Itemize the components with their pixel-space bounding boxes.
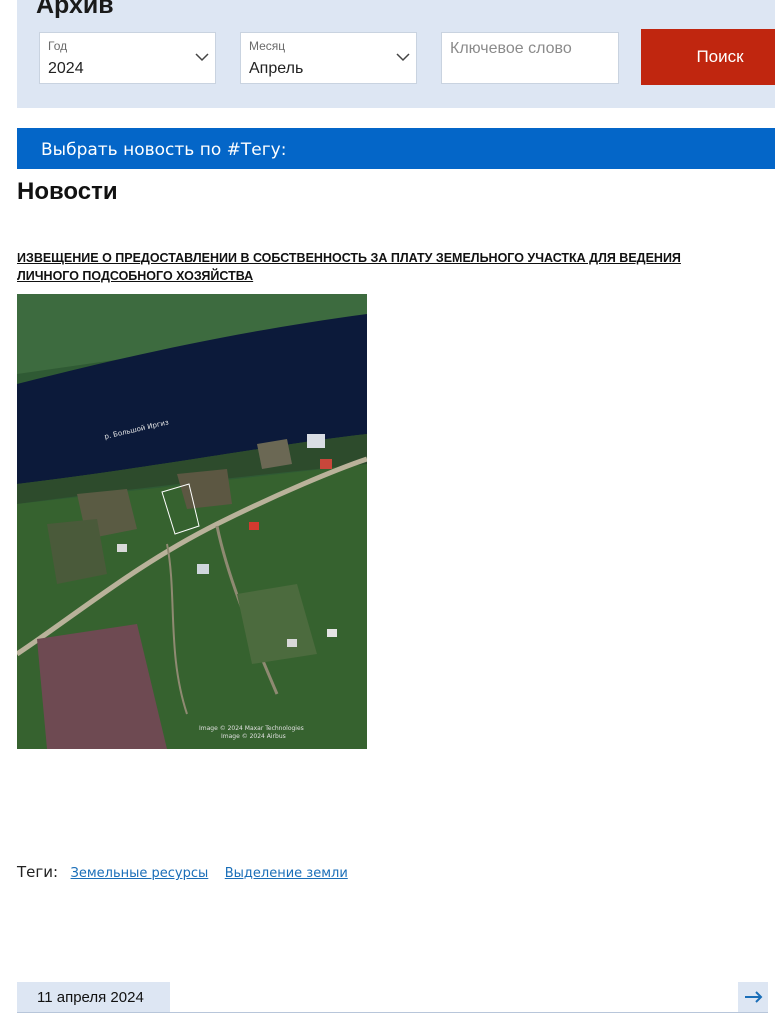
tags-label: Теги:: [17, 863, 59, 881]
news-date-box: 11 апреля 2024: [17, 982, 170, 1012]
tag-link-land-allocation[interactable]: Выделение земли: [225, 866, 348, 881]
keyword-field[interactable]: [441, 32, 619, 84]
news-date: 11 апреля 2024: [37, 989, 144, 1006]
chevron-down-icon: [195, 53, 209, 62]
year-label: Год: [48, 39, 68, 53]
archive-panel: Архив Год 2024 Месяц Апрель Поиск: [17, 0, 775, 108]
section-title: Новости: [17, 178, 118, 205]
archive-title: Архив: [36, 0, 114, 19]
news-tags: Теги: Земельные ресурсы Выделение земли: [17, 863, 360, 883]
month-label: Месяц: [249, 39, 286, 53]
tag-select-label: Выбрать новость по #Тегу:: [41, 140, 287, 160]
month-select[interactable]: Месяц Апрель: [240, 32, 417, 84]
footer-divider: [17, 1012, 768, 1013]
year-value: 2024: [48, 60, 84, 77]
image-credit-2: Image © 2024 Airbus: [221, 733, 286, 740]
image-credit-1: Image © 2024 Maxar Technologies: [199, 725, 304, 732]
search-button[interactable]: Поиск: [641, 29, 775, 85]
year-select[interactable]: Год 2024: [39, 32, 216, 84]
tag-select-bar[interactable]: Выбрать новость по #Тегу:: [17, 128, 775, 169]
news-title-link[interactable]: ИЗВЕЩЕНИЕ О ПРЕДОСТАВЛЕНИИ В СОБСТВЕННОС…: [17, 249, 717, 285]
tag-link-land-resources[interactable]: Земельные ресурсы: [71, 866, 209, 881]
chevron-down-icon: [396, 53, 410, 62]
keyword-input[interactable]: [442, 33, 618, 83]
news-satellite-image[interactable]: р. Большой Иргиз Image © 2024 Maxar Tech…: [17, 294, 367, 749]
arrow-right-icon: [745, 991, 763, 1003]
next-button[interactable]: [738, 982, 768, 1012]
month-value: Апрель: [249, 60, 304, 77]
